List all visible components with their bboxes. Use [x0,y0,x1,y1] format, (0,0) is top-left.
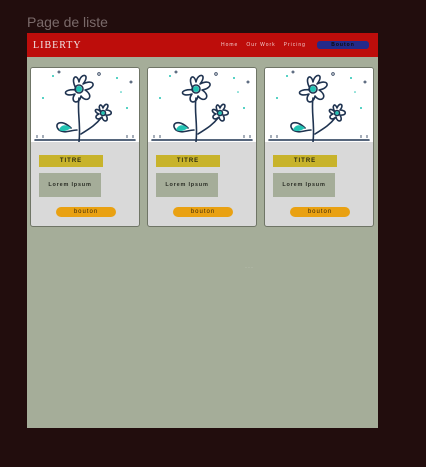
navbar: LIBERTY Home Our Work Pricing Bouton [27,33,378,57]
card: TITRE Lorem Ipsum bouton [147,67,257,227]
center-dots: ··· [245,265,254,271]
card-text: Lorem Ipsum [273,173,335,197]
nav-button[interactable]: Bouton [317,41,369,49]
card-text: Lorem Ipsum [156,173,218,197]
card-button[interactable]: bouton [290,207,350,217]
card-title: TITRE [39,155,103,167]
nav-link-our-work[interactable]: Our Work [246,42,275,48]
card-button[interactable]: bouton [56,207,116,217]
card: TITRE Lorem Ipsum bouton [30,67,140,227]
brand-logo[interactable]: LIBERTY [33,40,82,51]
flower-illustration-icon [31,68,139,142]
nav-link-pricing[interactable]: Pricing [284,42,306,48]
card-title: TITRE [156,155,220,167]
flower-illustration-icon [265,68,373,142]
page-label: Page de liste [27,14,108,30]
card-button[interactable]: bouton [173,207,233,217]
card-title: TITRE [273,155,337,167]
card: TITRE Lorem Ipsum bouton [264,67,374,227]
nav-link-home[interactable]: Home [221,42,238,48]
nav-links: Home Our Work Pricing [221,42,306,48]
card-text: Lorem Ipsum [39,173,101,197]
page-frame: LIBERTY Home Our Work Pricing Bouton TIT… [27,33,378,428]
flower-illustration-icon [148,68,256,142]
